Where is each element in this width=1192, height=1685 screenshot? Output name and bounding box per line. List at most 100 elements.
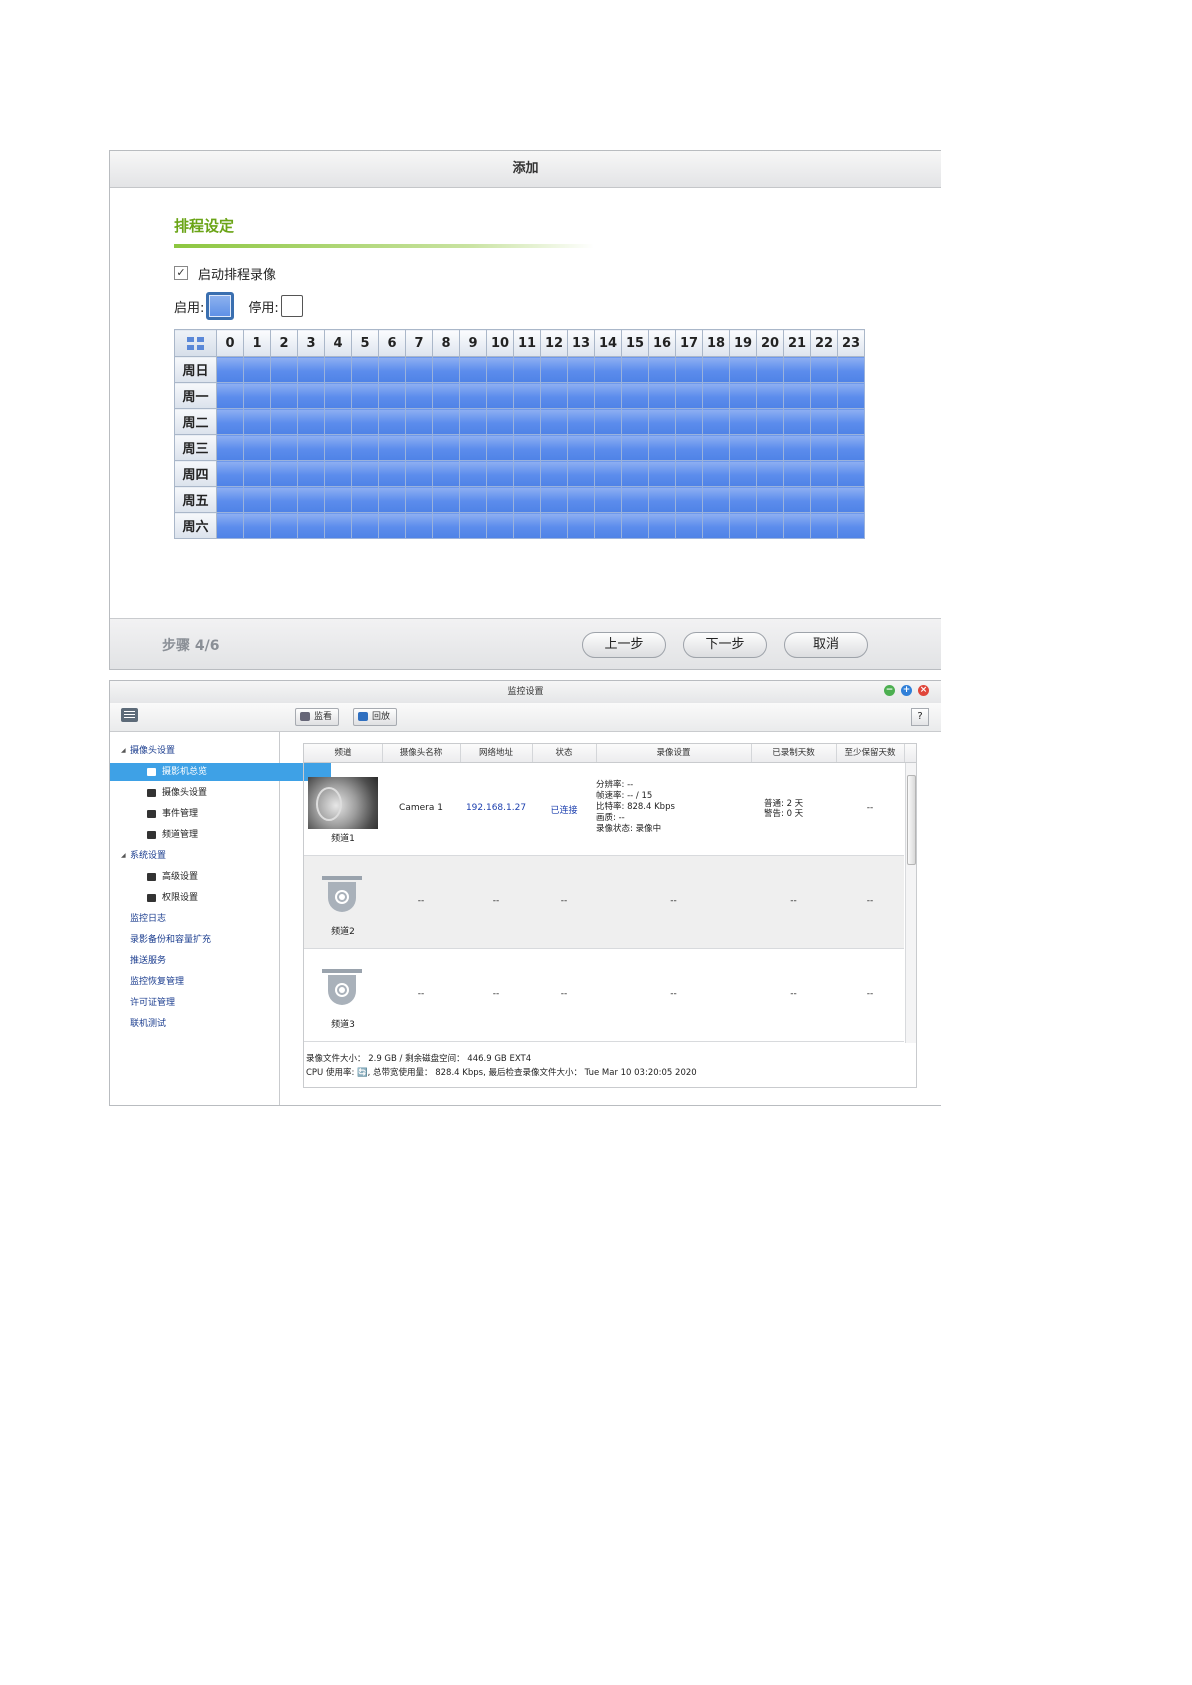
col-status[interactable]: 状态	[532, 744, 597, 762]
schedule-slot[interactable]	[540, 512, 568, 539]
schedule-slot[interactable]	[675, 460, 703, 487]
schedule-slot[interactable]	[729, 382, 757, 409]
schedule-slot[interactable]	[216, 486, 244, 513]
schedule-slot[interactable]	[621, 434, 649, 461]
schedule-slot[interactable]	[810, 382, 838, 409]
hour-header-17[interactable]: 17	[675, 329, 703, 357]
schedule-slot[interactable]	[675, 486, 703, 513]
schedule-slot[interactable]	[837, 486, 865, 513]
col-camera-name[interactable]: 摄像头名称	[382, 744, 461, 762]
schedule-slot[interactable]	[837, 434, 865, 461]
sidebar-item-privilege[interactable]: 权限设置	[110, 889, 331, 907]
schedule-slot[interactable]	[702, 512, 730, 539]
schedule-slot[interactable]	[702, 408, 730, 435]
schedule-slot[interactable]	[567, 356, 595, 383]
camera-ip[interactable]: 192.168.1.27	[460, 803, 532, 813]
schedule-slot[interactable]	[648, 356, 676, 383]
day-header[interactable]: 周一	[174, 382, 217, 409]
table-row[interactable]: 频道3 -- -- -- -- -- --	[304, 949, 904, 1042]
schedule-slot[interactable]	[756, 356, 784, 383]
schedule-slot[interactable]	[297, 512, 325, 539]
schedule-slot[interactable]	[432, 486, 460, 513]
schedule-slot[interactable]	[459, 356, 487, 383]
schedule-slot[interactable]	[378, 434, 406, 461]
schedule-slot[interactable]	[459, 434, 487, 461]
schedule-slot[interactable]	[621, 382, 649, 409]
sidebar-item-advanced[interactable]: 高级设置	[110, 868, 331, 886]
schedule-slot[interactable]	[594, 486, 622, 513]
col-recording[interactable]: 录像设置	[596, 744, 752, 762]
schedule-slot[interactable]	[594, 434, 622, 461]
col-ip[interactable]: 网络地址	[460, 744, 533, 762]
schedule-slot[interactable]	[270, 486, 298, 513]
schedule-slot[interactable]	[810, 460, 838, 487]
schedule-slot[interactable]	[675, 356, 703, 383]
schedule-slot[interactable]	[513, 434, 541, 461]
schedule-slot[interactable]	[486, 356, 514, 383]
legend-disabled-swatch[interactable]	[280, 295, 303, 317]
day-header[interactable]: 周四	[174, 460, 217, 487]
schedule-slot[interactable]	[324, 408, 352, 435]
schedule-slot[interactable]	[702, 434, 730, 461]
schedule-slot[interactable]	[729, 356, 757, 383]
schedule-slot[interactable]	[783, 382, 811, 409]
schedule-slot[interactable]	[297, 356, 325, 383]
schedule-slot[interactable]	[756, 434, 784, 461]
menu-icon[interactable]	[121, 708, 138, 722]
hour-header-22[interactable]: 22	[810, 329, 838, 357]
schedule-slot[interactable]	[675, 512, 703, 539]
schedule-slot[interactable]	[351, 356, 379, 383]
schedule-slot[interactable]	[486, 460, 514, 487]
schedule-slot[interactable]	[378, 460, 406, 487]
schedule-slot[interactable]	[594, 512, 622, 539]
hour-header-10[interactable]: 10	[486, 329, 514, 357]
schedule-slot[interactable]	[513, 356, 541, 383]
schedule-slot[interactable]	[243, 460, 271, 487]
schedule-slot[interactable]	[324, 512, 352, 539]
schedule-slot[interactable]	[513, 408, 541, 435]
schedule-slot[interactable]	[378, 382, 406, 409]
schedule-slot[interactable]	[837, 512, 865, 539]
sidebar-group-camera-settings[interactable]: 摄像头设置	[110, 742, 299, 760]
schedule-slot[interactable]	[351, 382, 379, 409]
schedule-slot[interactable]	[810, 434, 838, 461]
schedule-slot[interactable]	[405, 356, 433, 383]
schedule-slot[interactable]	[459, 512, 487, 539]
schedule-slot[interactable]	[243, 408, 271, 435]
schedule-slot[interactable]	[702, 356, 730, 383]
schedule-slot[interactable]	[621, 460, 649, 487]
schedule-slot[interactable]	[648, 434, 676, 461]
enable-schedule-checkbox[interactable]: ✓	[174, 266, 188, 280]
day-header[interactable]: 周三	[174, 434, 217, 461]
next-button[interactable]: 下一步	[683, 632, 767, 658]
hour-header-15[interactable]: 15	[621, 329, 649, 357]
table-row[interactable]: 频道1 Camera 1 192.168.1.27 已连接 分辨率: -- 帧速…	[304, 763, 904, 856]
hour-header-0[interactable]: 0	[216, 329, 244, 357]
schedule-slot[interactable]	[567, 460, 595, 487]
schedule-slot[interactable]	[378, 408, 406, 435]
schedule-slot[interactable]	[432, 460, 460, 487]
schedule-slot[interactable]	[567, 382, 595, 409]
schedule-slot[interactable]	[675, 434, 703, 461]
sidebar-group-system-settings[interactable]: 系统设置	[110, 847, 299, 865]
cancel-button[interactable]: 取消	[784, 632, 868, 658]
schedule-slot[interactable]	[594, 460, 622, 487]
monitor-button[interactable]: 监看	[295, 708, 340, 726]
schedule-slot[interactable]	[702, 382, 730, 409]
hour-header-2[interactable]: 2	[270, 329, 298, 357]
schedule-slot[interactable]	[729, 512, 757, 539]
schedule-slot[interactable]	[405, 408, 433, 435]
schedule-slot[interactable]	[459, 382, 487, 409]
schedule-slot[interactable]	[432, 434, 460, 461]
hour-header-8[interactable]: 8	[432, 329, 460, 357]
schedule-slot[interactable]	[324, 460, 352, 487]
hour-header-3[interactable]: 3	[297, 329, 325, 357]
help-button[interactable]: ?	[911, 708, 929, 726]
schedule-slot[interactable]	[216, 460, 244, 487]
schedule-slot[interactable]	[513, 382, 541, 409]
schedule-slot[interactable]	[432, 382, 460, 409]
schedule-slot[interactable]	[459, 486, 487, 513]
table-scrollbar[interactable]	[905, 763, 916, 1043]
schedule-slot[interactable]	[621, 356, 649, 383]
col-min-keep-days[interactable]: 至少保留天数	[836, 744, 905, 762]
